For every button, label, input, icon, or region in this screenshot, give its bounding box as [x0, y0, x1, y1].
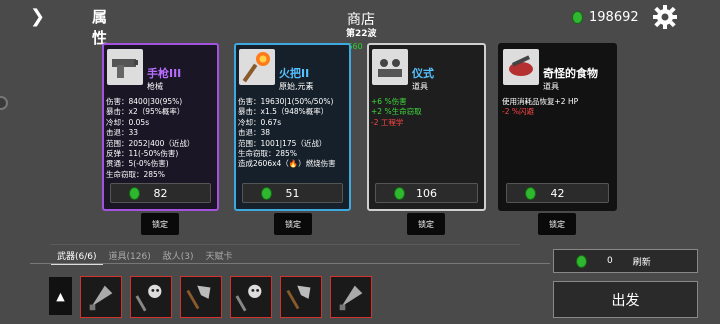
price-value: 51 — [285, 186, 300, 200]
back-chevron-icon[interactable]: ❯ — [30, 6, 45, 27]
buy-price-button[interactable]: 82 — [110, 183, 211, 203]
stat-line: +2 %生命窃取 — [371, 107, 422, 117]
buy-price-button[interactable]: 42 — [506, 183, 609, 203]
stat-line: 冷却：0.05s — [106, 117, 150, 127]
weapon-slot[interactable] — [330, 276, 372, 318]
gem-icon — [525, 187, 536, 200]
stat-line: 生命窃取：285% — [106, 169, 165, 179]
card-stats: 伤害：19630|1(50%/50%) 暴击：x1.5（948%概率） 冷却：0… — [238, 97, 347, 170]
weapon-slot[interactable] — [230, 276, 272, 318]
card-type: 道具 — [543, 82, 559, 91]
torch-icon — [239, 49, 275, 85]
gem-icon — [576, 254, 587, 268]
stat-line: 反弹：11(-50%伤害) — [106, 149, 179, 159]
lock-button[interactable]: 锁定 — [141, 213, 179, 235]
refresh-button[interactable]: 0 刷新 — [553, 249, 698, 273]
gem-icon — [261, 187, 272, 200]
go-button[interactable]: 出发 — [553, 281, 698, 318]
price-value: 82 — [153, 186, 168, 200]
card-name: 手枪III — [147, 67, 182, 80]
axe-icon — [186, 285, 211, 310]
stat-line: 伤害：8400|30(95%) — [106, 97, 183, 106]
spear-icon — [89, 285, 113, 311]
ritual-icon — [372, 49, 408, 85]
gem-icon — [394, 187, 405, 200]
wave-label: 第22波 — [346, 29, 377, 39]
refresh-label: 刷新 — [632, 257, 651, 268]
divider — [50, 244, 520, 245]
money-amount: 198692 — [589, 10, 639, 25]
stat-line: 贯通：5(-0%伤害) — [106, 159, 169, 169]
money-display: 198692 — [572, 10, 639, 25]
card-name: 火把II — [279, 67, 310, 80]
gear-icon[interactable] — [652, 4, 678, 30]
stat-line: 击退：33 — [106, 128, 139, 138]
card-stats: 伤害：8400|30(95%) 暴击：x2（95%概率） 冷却：0.05s 击退… — [106, 97, 215, 180]
shop-card-torch[interactable]: 火把II 原始,元素 伤害：19630|1(50%/50%) 暴击：x1.5（9… — [234, 43, 351, 211]
lock-button[interactable]: 锁定 — [538, 213, 576, 235]
refresh-cost: 0 — [607, 256, 613, 266]
lock-button[interactable]: 锁定 — [407, 213, 445, 235]
stat-line: 暴击：x1.5（948%概率） — [238, 107, 329, 117]
lock-button[interactable]: 锁定 — [274, 213, 312, 235]
card-stats: +6 %伤害 +2 %生命窃取 -2 工程学 — [371, 97, 482, 128]
weapon-slot[interactable] — [80, 276, 122, 318]
stat-line: +6 %伤害 — [371, 97, 407, 106]
side-handle[interactable] — [0, 96, 8, 110]
gem-icon — [129, 187, 140, 200]
spear-icon — [339, 285, 363, 311]
price-value: 106 — [416, 186, 437, 200]
pistol-icon — [107, 49, 143, 85]
price-value: 42 — [550, 186, 565, 200]
triangle-up-icon[interactable]: ▲ — [49, 277, 72, 315]
stat-line: 范围：2052|400（近战） — [106, 138, 195, 148]
stat-line: 生命窃取：285% — [238, 149, 297, 159]
weapon-slot[interactable] — [180, 276, 222, 318]
card-stats: 使用消耗品恢复+2 HP -2 %闪避 — [502, 97, 613, 118]
weapon-slot[interactable] — [280, 276, 322, 318]
card-type: 原始,元素 — [279, 82, 314, 91]
attributes-label[interactable]: 属性 — [92, 6, 107, 48]
weapon-slot[interactable] — [130, 276, 172, 318]
stat-line: 暴击：x2（95%概率） — [106, 107, 185, 117]
card-name: 奇怪的食物 — [543, 67, 598, 80]
stat-line: 范围：1001|175（近战） — [238, 138, 327, 148]
gem-icon — [572, 11, 583, 24]
stat-line: 造成2606x4（🔥）燃烧伤害 — [238, 159, 336, 169]
stat-line: 使用消耗品恢复+2 HP — [502, 97, 579, 106]
axe-icon — [286, 285, 311, 310]
stat-line: -2 工程学 — [371, 117, 404, 127]
stat-line: 伤害：19630|1(50%/50%) — [238, 97, 334, 106]
skull-staff-icon — [235, 284, 262, 312]
card-name: 仪式 — [412, 67, 434, 80]
shop-card-pistol[interactable]: 手枪III 枪械 伤害：8400|30(95%) 暴击：x2（95%概率） 冷却… — [102, 43, 219, 211]
buy-price-button[interactable]: 51 — [242, 183, 343, 203]
shop-card-strange-food[interactable]: 奇怪的食物 道具 使用消耗品恢复+2 HP -2 %闪避 42 — [498, 43, 617, 211]
stat-line: -2 %闪避 — [502, 107, 534, 117]
skull-staff-icon — [135, 284, 162, 312]
stat-line: 击退：38 — [238, 128, 271, 138]
card-type: 道具 — [412, 82, 428, 91]
stat-line: 冷却：0.67s — [238, 117, 282, 127]
strange-food-icon — [503, 49, 539, 85]
divider — [30, 263, 550, 264]
shop-card-ritual[interactable]: 仪式 道具 +6 %伤害 +2 %生命窃取 -2 工程学 106 — [367, 43, 486, 211]
buy-price-button[interactable]: 106 — [375, 183, 478, 203]
card-type: 枪械 — [147, 82, 163, 91]
